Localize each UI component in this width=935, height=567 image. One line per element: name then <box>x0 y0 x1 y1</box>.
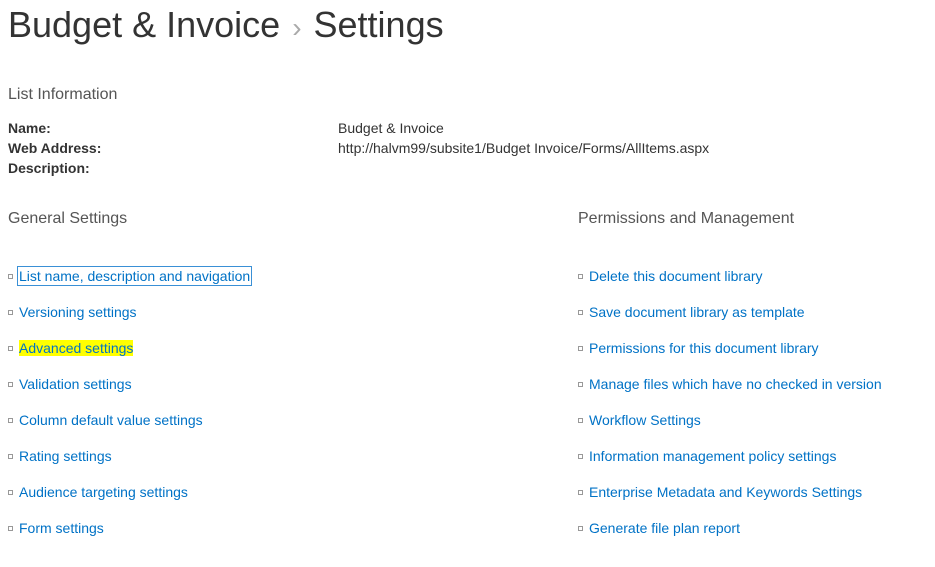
list-item: Permissions for this document library <box>578 330 927 366</box>
general-settings-column: General Settings List name, description … <box>8 210 558 546</box>
list-item: Generate file plan report <box>578 510 927 546</box>
bullet-icon <box>8 274 13 279</box>
bullet-icon <box>578 418 583 423</box>
list-item: Form settings <box>8 510 558 546</box>
info-value: http://halvm99/subsite1/Budget Invoice/F… <box>338 140 709 156</box>
bullet-icon <box>578 274 583 279</box>
link-save-as-template[interactable]: Save document library as template <box>589 304 805 320</box>
list-item: Save document library as template <box>578 294 927 330</box>
bullet-icon <box>8 454 13 459</box>
info-row-name: Name: Budget & Invoice <box>8 118 927 138</box>
list-item: Advanced settings <box>8 330 558 366</box>
link-delete-document-library[interactable]: Delete this document library <box>589 268 763 284</box>
list-item: Rating settings <box>8 438 558 474</box>
list-info-heading: List Information <box>8 86 927 104</box>
list-item: Manage files which have no checked in ve… <box>578 366 927 402</box>
list-item: Workflow Settings <box>578 402 927 438</box>
link-validation-settings[interactable]: Validation settings <box>19 376 132 392</box>
settings-columns: General Settings List name, description … <box>8 210 927 546</box>
permissions-management-column: Permissions and Management Delete this d… <box>578 210 927 546</box>
list-item: Validation settings <box>8 366 558 402</box>
info-label: Name: <box>8 120 338 136</box>
link-permissions-document-library[interactable]: Permissions for this document library <box>589 340 819 356</box>
link-enterprise-metadata-keywords[interactable]: Enterprise Metadata and Keywords Setting… <box>589 484 862 500</box>
list-item: Enterprise Metadata and Keywords Setting… <box>578 474 927 510</box>
bullet-icon <box>8 526 13 531</box>
list-information-section: List Information Name: Budget & Invoice … <box>8 86 927 178</box>
page-header: Budget & Invoice › Settings <box>8 4 927 46</box>
link-rating-settings[interactable]: Rating settings <box>19 448 112 464</box>
bullet-icon <box>8 418 13 423</box>
link-column-default-value-settings[interactable]: Column default value settings <box>19 412 203 428</box>
link-advanced-settings[interactable]: Advanced settings <box>19 340 133 356</box>
link-workflow-settings[interactable]: Workflow Settings <box>589 412 701 428</box>
info-label: Web Address: <box>8 140 338 156</box>
list-item: Versioning settings <box>8 294 558 330</box>
list-item: Delete this document library <box>578 258 927 294</box>
bullet-icon <box>578 526 583 531</box>
permissions-management-list: Delete this document library Save docume… <box>578 258 927 546</box>
general-settings-heading: General Settings <box>8 210 558 228</box>
info-value: Budget & Invoice <box>338 120 444 136</box>
link-form-settings[interactable]: Form settings <box>19 520 104 536</box>
list-item: Information management policy settings <box>578 438 927 474</box>
bullet-icon <box>8 382 13 387</box>
link-audience-targeting-settings[interactable]: Audience targeting settings <box>19 484 188 500</box>
general-settings-list: List name, description and navigation Ve… <box>8 258 558 546</box>
bullet-icon <box>578 346 583 351</box>
bullet-icon <box>578 382 583 387</box>
list-item: Column default value settings <box>8 402 558 438</box>
link-information-management-policy[interactable]: Information management policy settings <box>589 448 836 464</box>
list-item: Audience targeting settings <box>8 474 558 510</box>
info-row-description: Description: <box>8 158 927 178</box>
bullet-icon <box>8 490 13 495</box>
library-title: Budget & Invoice <box>8 4 280 46</box>
bullet-icon <box>8 346 13 351</box>
info-row-web-address: Web Address: http://halvm99/subsite1/Bud… <box>8 138 927 158</box>
link-versioning-settings[interactable]: Versioning settings <box>19 304 137 320</box>
bullet-icon <box>578 454 583 459</box>
permissions-management-heading: Permissions and Management <box>578 210 927 228</box>
bullet-icon <box>578 310 583 315</box>
bullet-icon <box>578 490 583 495</box>
bullet-icon <box>8 310 13 315</box>
list-info-table: Name: Budget & Invoice Web Address: http… <box>8 118 927 178</box>
page-title: Settings <box>314 4 444 46</box>
info-label: Description: <box>8 160 338 176</box>
list-item: List name, description and navigation <box>8 258 558 294</box>
link-list-name-description-navigation[interactable]: List name, description and navigation <box>19 268 250 284</box>
link-generate-file-plan-report[interactable]: Generate file plan report <box>589 520 740 536</box>
breadcrumb-separator-icon: › <box>292 12 301 44</box>
link-manage-files-no-checked-in[interactable]: Manage files which have no checked in ve… <box>589 376 882 392</box>
